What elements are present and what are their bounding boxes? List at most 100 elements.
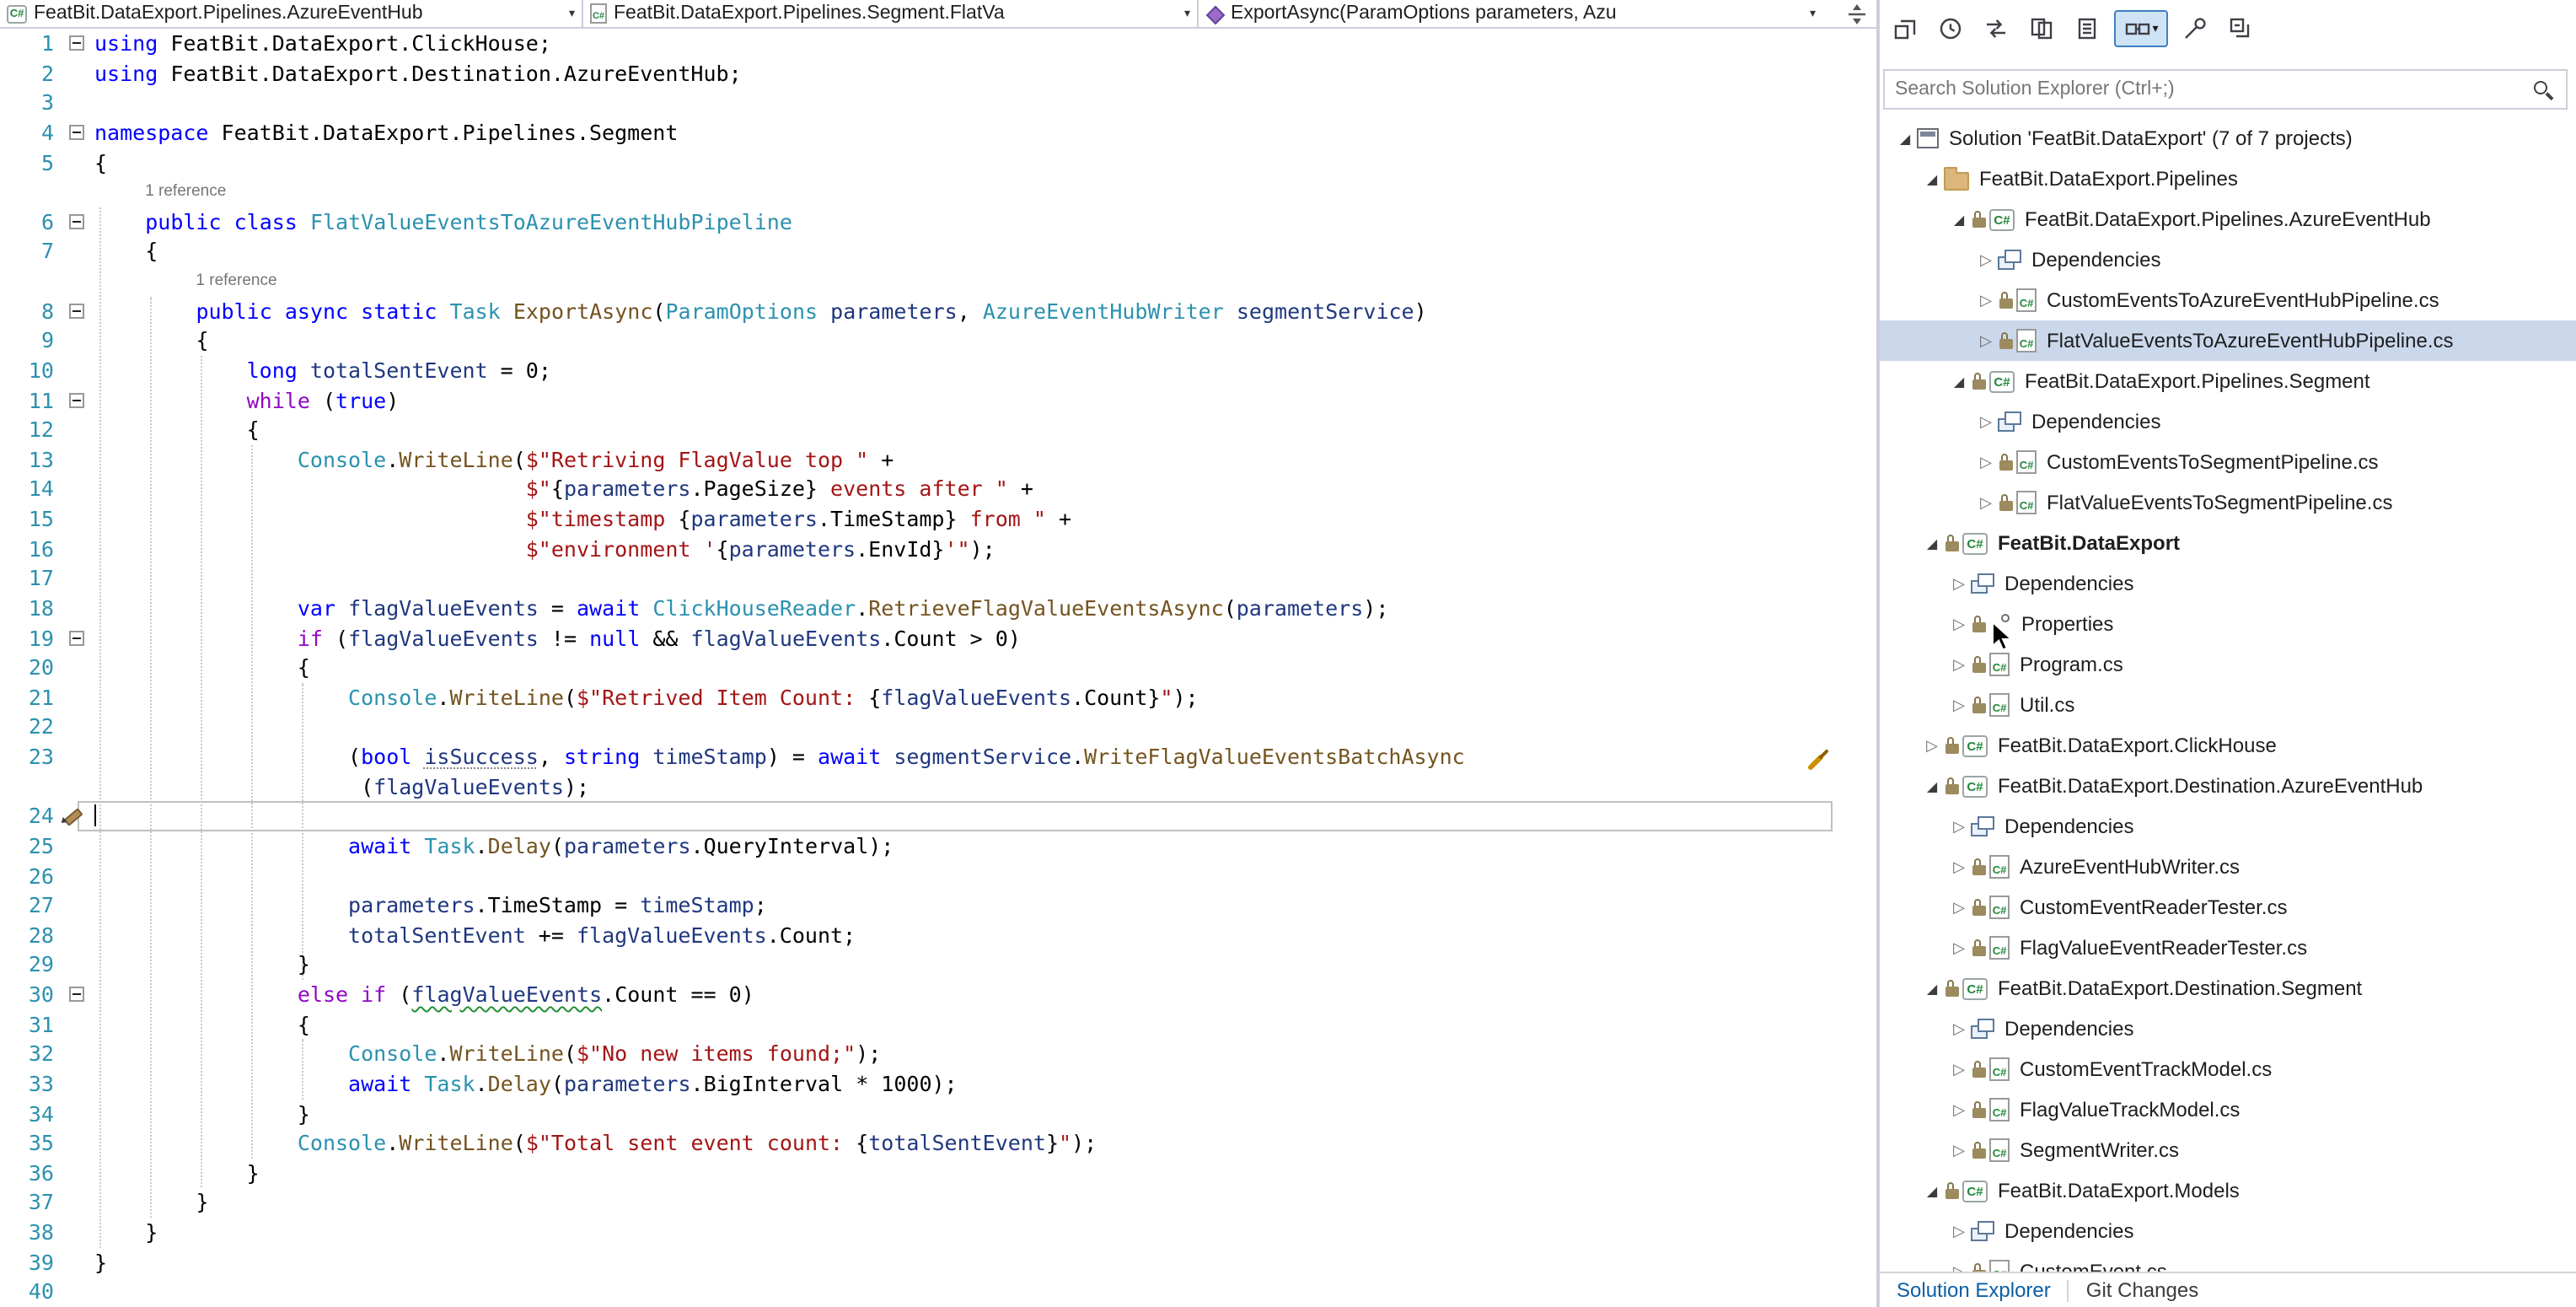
- collapsed-arrow-icon[interactable]: ▷: [1947, 574, 1971, 593]
- tree-item[interactable]: ▷C#CustomEventReaderTester.cs: [1880, 887, 2576, 928]
- tree-item[interactable]: ▷C#CustomEventsToAzureEventHubPipeline.c…: [1880, 280, 2576, 320]
- tree-item[interactable]: ▷C#CustomEventsToSegmentPipeline.cs: [1880, 442, 2576, 482]
- collapsed-arrow-icon[interactable]: ▷: [1974, 291, 1998, 309]
- tree-item[interactable]: ▷Dependencies: [1880, 1008, 2576, 1049]
- code-line[interactable]: Console.WriteLine($"No new items found;"…: [94, 1040, 881, 1069]
- code-line[interactable]: {: [94, 237, 158, 266]
- code-line[interactable]: await Task.Delay(parameters.QueryInterva…: [94, 831, 894, 861]
- code-line[interactable]: }: [94, 1099, 310, 1128]
- preview-selected-items-icon[interactable]: [2023, 10, 2060, 47]
- code-line[interactable]: public class FlatValueEventsToAzureEvent…: [94, 207, 792, 237]
- tree-item[interactable]: ▷C#AzureEventHubWriter.cs: [1880, 847, 2576, 887]
- code-line[interactable]: parameters.TimeStamp = timeStamp;: [94, 890, 767, 920]
- fold-collapse-icon[interactable]: [69, 987, 84, 1002]
- expanded-arrow-icon[interactable]: ◢: [1893, 131, 1917, 146]
- collapsed-arrow-icon[interactable]: ▷: [1947, 1141, 1971, 1159]
- collapsed-arrow-icon[interactable]: ▷: [1947, 858, 1971, 876]
- tree-item[interactable]: ▷C#FeatBit.DataExport.ClickHouse: [1880, 725, 2576, 766]
- switch-views-icon[interactable]: [1886, 10, 1924, 47]
- code-line[interactable]: }: [94, 1218, 158, 1247]
- expanded-arrow-icon[interactable]: ◢: [1920, 535, 1944, 551]
- collapsed-arrow-icon[interactable]: ▷: [1947, 615, 1971, 633]
- track-active-item-icon[interactable]: ▾: [2114, 10, 2168, 47]
- sync-selection-icon[interactable]: [1978, 10, 2015, 47]
- collapse-all-icon[interactable]: [2222, 10, 2259, 47]
- collapsed-arrow-icon[interactable]: ▷: [1947, 655, 1971, 674]
- tree-item[interactable]: ▷C#Program.cs: [1880, 644, 2576, 685]
- tree-item[interactable]: ▷C#SegmentWriter.cs: [1880, 1130, 2576, 1170]
- collapsed-arrow-icon[interactable]: ▷: [1920, 736, 1944, 755]
- collapsed-arrow-icon[interactable]: ▷: [1947, 696, 1971, 714]
- collapsed-arrow-icon[interactable]: ▷: [1974, 493, 1998, 512]
- code-line[interactable]: long totalSentEvent = 0;: [94, 356, 551, 385]
- tree-item[interactable]: ▷Dependencies: [1880, 239, 2576, 280]
- code-line[interactable]: }: [94, 1247, 107, 1277]
- code-line[interactable]: namespace FeatBit.DataExport.Pipelines.S…: [94, 118, 678, 148]
- code-line[interactable]: totalSentEvent += flagValueEvents.Count;: [94, 921, 856, 950]
- code-line[interactable]: {: [94, 653, 310, 682]
- code-line[interactable]: $"timestamp {parameters.TimeStamp} from …: [94, 504, 1071, 534]
- tree-item[interactable]: ▷C#CustomEventTrackModel.cs: [1880, 1049, 2576, 1089]
- codelens-references[interactable]: 1 reference: [145, 177, 226, 207]
- fold-collapse-icon[interactable]: [69, 392, 84, 407]
- expanded-arrow-icon[interactable]: ◢: [1947, 374, 1971, 389]
- expanded-arrow-icon[interactable]: ◢: [1920, 1183, 1944, 1198]
- tree-item[interactable]: ▷C#FlagValueTrackModel.cs: [1880, 1089, 2576, 1130]
- expanded-arrow-icon[interactable]: ◢: [1920, 778, 1944, 793]
- quick-actions-icon[interactable]: [1807, 749, 1829, 771]
- expanded-arrow-icon[interactable]: ◢: [1920, 981, 1944, 996]
- code-line[interactable]: Console.WriteLine($"Retriving FlagValue …: [94, 445, 894, 475]
- code-line[interactable]: {: [94, 415, 260, 444]
- tree-item[interactable]: ▷Dependencies: [1880, 401, 2576, 442]
- fold-collapse-icon[interactable]: [69, 35, 84, 51]
- split-window-icon[interactable]: [1844, 2, 1870, 27]
- code-line[interactable]: Console.WriteLine($"Total sent event cou…: [94, 1128, 1097, 1158]
- code-line[interactable]: {: [94, 1009, 310, 1039]
- tree-item[interactable]: ▷C#FlagValueEventReaderTester.cs: [1880, 928, 2576, 968]
- code-line[interactable]: using FeatBit.DataExport.ClickHouse;: [94, 29, 551, 58]
- fold-collapse-icon[interactable]: [69, 630, 84, 645]
- collapsed-arrow-icon[interactable]: ▷: [1947, 1222, 1971, 1240]
- code-line[interactable]: }: [94, 1188, 209, 1218]
- tree-item[interactable]: ▷Properties: [1880, 604, 2576, 644]
- search-icon[interactable]: [2534, 81, 2554, 101]
- tree-item[interactable]: ▷Dependencies: [1880, 563, 2576, 604]
- collapsed-arrow-icon[interactable]: ▷: [1974, 453, 1998, 471]
- code-line[interactable]: $"{parameters.PageSize} events after " +: [94, 475, 1033, 504]
- fold-collapse-icon[interactable]: [69, 125, 84, 140]
- tree-item[interactable]: ◢Solution 'FeatBit.DataExport' (7 of 7 p…: [1880, 118, 2576, 159]
- code-line[interactable]: using FeatBit.DataExport.Destination.Azu…: [94, 58, 742, 88]
- code-line[interactable]: while (true): [94, 385, 399, 415]
- code-line[interactable]: Console.WriteLine($"Retrived Item Count:…: [94, 683, 1199, 713]
- fold-collapse-icon[interactable]: [69, 214, 84, 229]
- code-line[interactable]: }: [94, 1159, 260, 1188]
- tree-item[interactable]: ◢C#FeatBit.DataExport.Models: [1880, 1170, 2576, 1211]
- wrapped-code-line[interactable]: (flagValueEvents);: [94, 772, 589, 801]
- properties-icon[interactable]: [2176, 10, 2214, 47]
- code-line[interactable]: {: [94, 326, 209, 356]
- codelens-references[interactable]: 1 reference: [196, 266, 276, 296]
- expanded-arrow-icon[interactable]: ◢: [1920, 171, 1944, 186]
- pending-changes-filter-icon[interactable]: [1932, 10, 1969, 47]
- code-line[interactable]: }: [94, 950, 310, 980]
- solution-explorer-search[interactable]: [1883, 69, 2568, 110]
- collapsed-arrow-icon[interactable]: ▷: [1974, 412, 1998, 431]
- tree-item[interactable]: ◢C#FeatBit.DataExport.Destination.AzureE…: [1880, 766, 2576, 806]
- code-line[interactable]: await Task.Delay(parameters.BigInterval …: [94, 1069, 958, 1099]
- tab-git-changes[interactable]: Git Changes: [2069, 1273, 2215, 1307]
- tree-item[interactable]: ◢FeatBit.DataExport.Pipelines: [1880, 159, 2576, 199]
- tree-item[interactable]: ▷Dependencies: [1880, 1211, 2576, 1251]
- code-editor[interactable]: using FeatBit.DataExport.ClickHouse;usin…: [0, 0, 1846, 1307]
- code-line[interactable]: public async static Task ExportAsync(Par…: [94, 296, 1427, 325]
- collapsed-arrow-icon[interactable]: ▷: [1947, 1060, 1971, 1078]
- collapsed-arrow-icon[interactable]: ▷: [1947, 1019, 1971, 1038]
- tree-item[interactable]: ▷C#FlatValueEventsToSegmentPipeline.cs: [1880, 482, 2576, 523]
- code-line[interactable]: $"environment '{parameters.EnvId}'");: [94, 534, 996, 563]
- solution-tree[interactable]: ◢Solution 'FeatBit.DataExport' (7 of 7 p…: [1880, 118, 2576, 1273]
- collapsed-arrow-icon[interactable]: ▷: [1947, 1100, 1971, 1119]
- code-line[interactable]: var flagValueEvents = await ClickHouseRe…: [94, 594, 1388, 623]
- expanded-arrow-icon[interactable]: ◢: [1947, 212, 1971, 227]
- collapsed-arrow-icon[interactable]: ▷: [1947, 939, 1971, 957]
- tab-solution-explorer[interactable]: Solution Explorer: [1880, 1273, 2068, 1307]
- collapsed-arrow-icon[interactable]: ▷: [1947, 817, 1971, 836]
